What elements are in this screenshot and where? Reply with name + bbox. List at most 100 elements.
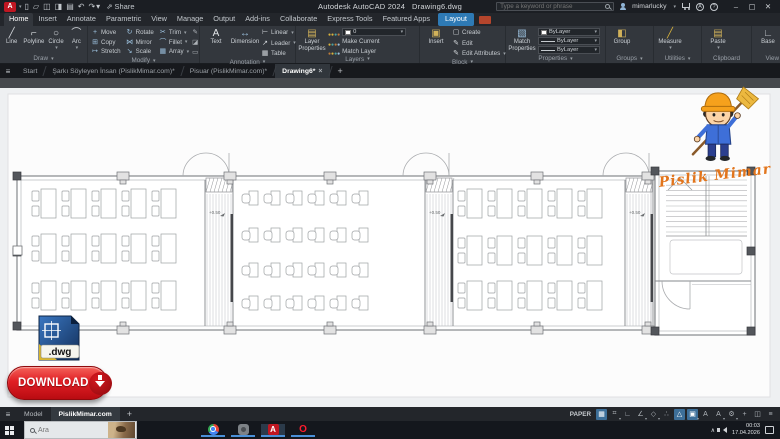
- download-button[interactable]: DOWNLOAD: [7, 366, 108, 400]
- save-as-icon[interactable]: ◨: [55, 3, 63, 11]
- ribbon-tab-manage[interactable]: Manage: [172, 13, 208, 26]
- file-tab-drawing6[interactable]: Drawing6*×: [275, 64, 329, 78]
- new-file-icon[interactable]: ▯: [25, 3, 29, 11]
- start-button[interactable]: [0, 421, 24, 439]
- fillet-tool[interactable]: ⌒Fillet▾: [159, 38, 189, 48]
- close-button[interactable]: ✕: [760, 2, 776, 11]
- make-current-tool[interactable]: Make Current: [342, 38, 379, 45]
- close-tab-icon[interactable]: ×: [318, 68, 322, 75]
- annotation-visibility-icon[interactable]: A: [700, 409, 711, 420]
- autodesk-app-icon[interactable]: A: [696, 3, 704, 11]
- plot-icon[interactable]: ▤: [66, 3, 74, 11]
- taskbar-app-game[interactable]: [231, 424, 255, 437]
- tray-expand-icon[interactable]: ∧: [711, 427, 715, 434]
- cart-icon[interactable]: [682, 3, 690, 8]
- offset-icon[interactable]: ▭: [192, 48, 198, 57]
- ribbon-tab-layout[interactable]: Layout: [438, 13, 474, 26]
- new-layout-button[interactable]: +: [120, 407, 139, 421]
- user-icon[interactable]: [620, 7, 626, 10]
- file-tab-start[interactable]: Start: [16, 64, 44, 78]
- mirror-tool[interactable]: ⋈Mirror: [126, 38, 154, 48]
- text-tool[interactable]: AText: [203, 28, 229, 46]
- minimize-button[interactable]: –: [728, 2, 744, 11]
- stretch-tool[interactable]: ↦Stretch: [91, 47, 121, 57]
- circle-tool[interactable]: ○Circle▾: [47, 28, 64, 51]
- taskbar-search-box[interactable]: [24, 421, 137, 439]
- clean-screen-icon[interactable]: ≡: [765, 409, 776, 420]
- linear-tool[interactable]: ⊢Linear▾: [261, 28, 296, 38]
- annotation-monitor-icon[interactable]: +: [739, 409, 750, 420]
- ribbon-tab-add-ins[interactable]: Add-ins: [240, 13, 275, 26]
- create-tool[interactable]: ▢Create: [452, 28, 506, 38]
- lineweight-select[interactable]: ByLayer▾: [538, 37, 600, 45]
- interface-icon[interactable]: [479, 16, 491, 24]
- paper-space-indicator[interactable]: PAPER: [570, 411, 591, 418]
- dimension-tool[interactable]: ↔Dimension: [232, 28, 258, 46]
- edit-attributes-tool[interactable]: ✎Edit Attributes▾: [452, 49, 506, 59]
- file-tab-pisuar-pislikmimar-com[interactable]: Pisuar (PislikMimar.com)*: [183, 64, 274, 78]
- ribbon-tab-view[interactable]: View: [146, 13, 172, 26]
- ribbon-tab-insert[interactable]: Insert: [33, 13, 61, 26]
- ribbon-tab-collaborate[interactable]: Collaborate: [275, 13, 322, 26]
- modify-panel-title[interactable]: Modify▾: [88, 57, 199, 64]
- maximize-button[interactable]: ▢: [744, 2, 760, 11]
- paste-tool[interactable]: ▤Paste▾: [705, 28, 731, 51]
- draw-panel-title[interactable]: Draw▾: [0, 54, 87, 63]
- arc-tool[interactable]: ⌒Arc▾: [68, 28, 85, 51]
- new-drawing-button[interactable]: +: [331, 64, 350, 78]
- layer-properties-tool[interactable]: ▤ Layer Properties: [299, 28, 325, 52]
- search-highlight-thumbnail[interactable]: [108, 422, 135, 438]
- dynamic-input-icon[interactable]: △: [674, 409, 685, 420]
- ortho-icon[interactable]: ∟: [622, 409, 633, 420]
- layout-menu-icon[interactable]: ≡: [0, 407, 16, 421]
- help-search-input[interactable]: [500, 3, 602, 10]
- linetype-select[interactable]: ByLayer▾: [538, 46, 600, 54]
- ribbon-tab-annotate[interactable]: Annotate: [62, 13, 101, 26]
- graphics-performance-icon[interactable]: ◫: [752, 409, 763, 420]
- notifications-icon[interactable]: [765, 426, 774, 434]
- ribbon-tab-home[interactable]: Home: [4, 13, 33, 26]
- leader-tool[interactable]: ↗Leader▾: [261, 39, 296, 49]
- object-color-select[interactable]: ByLayer▾: [538, 28, 600, 36]
- array-tool[interactable]: ▦Array▾: [159, 47, 189, 57]
- user-menu-arrow-icon[interactable]: ▾: [673, 4, 676, 10]
- layout-tab-pislikmimar-com[interactable]: PislikMimar.com: [51, 407, 120, 421]
- layout-tab-model[interactable]: Model: [16, 407, 51, 421]
- undo-icon[interactable]: ↶: [78, 3, 85, 11]
- share-button[interactable]: ⇗ Share: [106, 2, 134, 11]
- ribbon-tab-parametric[interactable]: Parametric: [101, 13, 146, 26]
- layer-select[interactable]: 0 ▾: [342, 28, 406, 36]
- workspace-switching-icon[interactable]: ⚙▾: [726, 409, 737, 420]
- polar-tracking-icon[interactable]: ∠▾: [635, 409, 646, 420]
- help-icon[interactable]: ?: [710, 3, 718, 11]
- explode-icon[interactable]: ◪: [192, 38, 198, 47]
- autocad-logo-icon[interactable]: A: [4, 2, 16, 12]
- line-tool[interactable]: ╱Line: [3, 28, 20, 46]
- taskbar-search-input[interactable]: [38, 427, 105, 434]
- taskbar-app-autocad[interactable]: A: [261, 424, 285, 437]
- isometric-drafting-icon[interactable]: ◇▾: [648, 409, 659, 420]
- grid-icon[interactable]: ▦: [596, 409, 607, 420]
- table-tool[interactable]: ▦Table: [261, 49, 296, 59]
- file-tab-ark-s-yleyen-i-nsan-pislikmimar-com[interactable]: Şarkı Söyleyen İnsan (PislikMimar.com)*: [45, 64, 181, 78]
- properties-panel-title[interactable]: Properties▾: [506, 54, 605, 63]
- object-snap-tracking-icon[interactable]: ∴: [661, 409, 672, 420]
- ribbon-tab-output[interactable]: Output: [208, 13, 240, 26]
- ribbon-tab-featured-apps[interactable]: Featured Apps: [378, 13, 435, 26]
- layers-panel-title[interactable]: Layers▾: [296, 56, 419, 63]
- utilities-panel-title[interactable]: Utilities▾: [654, 54, 701, 63]
- open-file-icon[interactable]: ▱: [33, 3, 39, 11]
- polyline-tool[interactable]: ⌐Polyline: [23, 28, 44, 46]
- rotate-tool[interactable]: ↻Rotate: [126, 28, 154, 38]
- group-tool[interactable]: ◧Group: [609, 28, 635, 46]
- move-tool[interactable]: +Move: [91, 28, 121, 38]
- scale-tool[interactable]: ↘Scale: [126, 47, 154, 57]
- search-icon[interactable]: [605, 4, 610, 9]
- redo-icon[interactable]: ↷▾: [88, 3, 100, 11]
- file-tab-menu-icon[interactable]: ≡: [0, 64, 16, 78]
- base-tool[interactable]: ∟Base: [755, 28, 780, 46]
- object-snap-icon[interactable]: ▣▾: [687, 409, 698, 420]
- clock[interactable]: 00:03 17.04.2026: [732, 423, 760, 436]
- username[interactable]: mimarlucky: [632, 3, 666, 10]
- save-icon[interactable]: ◫: [43, 3, 51, 11]
